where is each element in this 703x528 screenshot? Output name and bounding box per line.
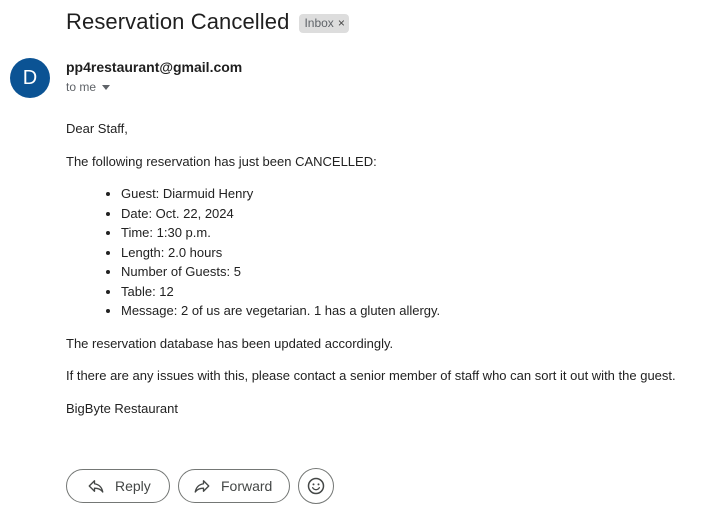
forward-button[interactable]: Forward (178, 469, 290, 503)
detail-message: Message: 2 of us are vegetarian. 1 has a… (121, 301, 696, 321)
close-icon[interactable]: × (338, 16, 345, 30)
reply-icon (87, 477, 105, 495)
chevron-down-icon[interactable] (102, 84, 111, 90)
email-subject-row: Reservation Cancelled Inbox × (66, 9, 349, 35)
avatar-letter: D (22, 66, 38, 89)
update-note: The reservation database has been update… (66, 335, 394, 351)
intro-text: The following reservation has just been … (66, 153, 377, 169)
detail-guest: Guest: Diarmuid Henry (121, 184, 696, 204)
sender-avatar[interactable]: D (10, 58, 50, 98)
detail-guest-count: Number of Guests: 5 (121, 262, 696, 282)
emoji-reaction-button[interactable] (298, 468, 334, 504)
detail-time: Time: 1:30 p.m. (121, 223, 696, 243)
detail-date: Date: Oct. 22, 2024 (121, 204, 696, 224)
inbox-label-chip[interactable]: Inbox × (299, 13, 349, 33)
inbox-label-text: Inbox (304, 16, 334, 30)
email-subject: Reservation Cancelled (66, 9, 290, 34)
issues-note: If there are any issues with this, pleas… (66, 368, 676, 383)
detail-length: Length: 2.0 hours (121, 243, 696, 263)
forward-icon (193, 477, 211, 495)
reply-button[interactable]: Reply (66, 469, 170, 503)
reply-label: Reply (115, 478, 151, 494)
greeting: Dear Staff, (66, 121, 128, 136)
email-body: Dear Staff, The following reservation ha… (66, 119, 696, 431)
signature: BigByte Restaurant (66, 400, 179, 416)
email-actions: Reply Forward (66, 468, 334, 504)
recipient-line: to me (66, 80, 97, 94)
detail-table: Table: 12 (121, 282, 696, 302)
reservation-details-list: Guest: Diarmuid Henry Date: Oct. 22, 202… (66, 184, 696, 321)
emoji-icon (306, 476, 326, 496)
sender-email[interactable]: pp4restaurant@gmail.com (66, 59, 242, 75)
forward-label: Forward (221, 478, 273, 494)
recipient-details-toggle[interactable]: to me (66, 80, 111, 94)
